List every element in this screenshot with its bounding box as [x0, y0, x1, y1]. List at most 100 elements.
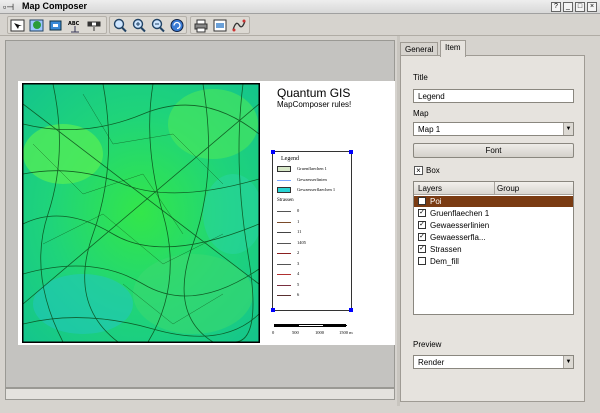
- legend-entry-label: 6: [297, 292, 300, 297]
- preview-select[interactable]: Render ▼: [413, 355, 574, 369]
- legend-entry-label: 0: [297, 208, 300, 213]
- zoom-in-icon[interactable]: [131, 18, 147, 33]
- legend-entry: 4: [277, 270, 351, 278]
- legend-entry: 11: [277, 228, 351, 236]
- preview-label: Preview: [413, 340, 442, 349]
- add-label-icon[interactable]: ABC: [67, 18, 83, 33]
- legend-fill-symbol: [277, 166, 291, 172]
- legend-fill-symbol: [277, 187, 291, 193]
- legend-line-symbol: [277, 221, 291, 223]
- window-menu-icon[interactable]: ▫⊣: [3, 2, 14, 13]
- close-button[interactable]: ×: [587, 2, 597, 12]
- title-label: Title: [413, 73, 428, 82]
- layer-row[interactable]: Poi: [414, 196, 573, 207]
- minimize-button[interactable]: _: [563, 2, 573, 12]
- legend-entry: 5: [277, 281, 351, 289]
- legend-entry-label: 1405: [297, 239, 306, 245]
- layer-checkbox[interactable]: [418, 197, 426, 205]
- options-tabs: General Item: [400, 40, 585, 57]
- scalebar-segment: [323, 325, 347, 326]
- layer-row[interactable]: ✓ Gewaesserfla...: [414, 232, 573, 243]
- legend-line-symbol: [277, 242, 291, 244]
- legend-entry: 0: [277, 207, 351, 215]
- chevron-down-icon[interactable]: ▼: [563, 123, 573, 135]
- legend-entry-label: Gewaesserflaechen 1: [297, 187, 336, 192]
- legend-line-symbol: [277, 179, 291, 181]
- map-select-value: Map 1: [418, 125, 441, 134]
- add-scalebar-icon[interactable]: [86, 18, 102, 33]
- scalebar-item[interactable]: 0 500 1000 1500 m: [272, 320, 362, 342]
- legend-entry: Gruenflaechen 1: [277, 165, 351, 173]
- legend-entry: Strassen: [277, 197, 351, 205]
- legend-entry: 3: [277, 260, 351, 268]
- scalebar-tick-label: 500: [292, 330, 299, 335]
- layer-row[interactable]: ✓ Gruenflaechen 1: [414, 208, 573, 219]
- layer-checkbox[interactable]: ✓: [418, 209, 426, 217]
- resize-handle[interactable]: [271, 308, 275, 312]
- legend-entry: Gewaesserflaechen 1: [277, 186, 351, 194]
- box-checkbox[interactable]: ×: [414, 166, 423, 175]
- layer-checkbox[interactable]: ✓: [418, 221, 426, 229]
- layer-name: Strassen: [430, 245, 462, 254]
- layers-list-header: Layers Group: [414, 182, 573, 195]
- refresh-icon[interactable]: [169, 18, 185, 33]
- layer-checkbox[interactable]: ✓: [418, 245, 426, 253]
- map-render: [23, 84, 259, 342]
- item-tools-group: ABC: [7, 16, 107, 34]
- chevron-down-icon[interactable]: ▼: [563, 356, 573, 368]
- composer-title-label[interactable]: Quantum GIS: [277, 86, 350, 100]
- item-tab-body: Title Map Map 1 ▼ Font × Box Layers Grou…: [400, 55, 585, 402]
- composer-subtitle-label[interactable]: MapComposer rules!: [277, 100, 351, 109]
- composer-toolbar: ABC: [0, 14, 600, 36]
- preview-select-value: Render: [418, 358, 445, 367]
- layer-name: Dem_fill: [430, 257, 459, 266]
- layers-list[interactable]: Layers Group Poi ✓ Gruenflaechen 1 ✓ Gewaess…: [413, 181, 574, 315]
- layer-row[interactable]: ✓ Gewaesserlinien: [414, 220, 573, 231]
- maximize-button[interactable]: □: [575, 2, 585, 12]
- scalebar-tick-label: 1000: [315, 330, 324, 335]
- zoom-full-icon[interactable]: [112, 18, 128, 33]
- layers-column-header[interactable]: Layers: [418, 184, 442, 193]
- map-select[interactable]: Map 1 ▼: [413, 122, 574, 136]
- tab-item[interactable]: Item: [440, 40, 466, 57]
- layer-row[interactable]: ✓ Strassen: [414, 244, 573, 255]
- legend-entry-label: 1: [297, 218, 300, 224]
- resize-handle[interactable]: [271, 150, 275, 154]
- legend-entry-label: Gewaesserlinien: [297, 176, 327, 182]
- layer-checkbox[interactable]: [418, 257, 426, 265]
- group-column-header[interactable]: Group: [497, 184, 519, 193]
- legend-item[interactable]: Legend Gruenflaechen 1 Gewaesserlinien Gew…: [271, 150, 353, 312]
- scalebar-tick-label: 1500 m: [339, 330, 353, 335]
- legend-entry: Gewaesserlinien: [277, 176, 351, 184]
- tab-general[interactable]: General: [400, 42, 439, 56]
- print-icon[interactable]: [193, 18, 209, 33]
- resize-handle[interactable]: [349, 308, 353, 312]
- canvas-horizontal-scrollbar[interactable]: [5, 388, 395, 400]
- zoom-out-icon[interactable]: [150, 18, 166, 33]
- resize-handle[interactable]: [349, 150, 353, 154]
- general-tool-icon[interactable]: [10, 18, 26, 33]
- item-options-panel: General Item Title Map Map 1 ▼ Font × Bo…: [400, 40, 585, 402]
- legend-entry-label: 2: [297, 250, 300, 255]
- legend-entry-label: 3: [297, 260, 300, 266]
- legend-entry-label: 11: [297, 229, 302, 234]
- map-item[interactable]: [22, 83, 260, 343]
- legend-line-symbol: [277, 211, 291, 212]
- layer-name: Gewaesserfla...: [430, 233, 486, 242]
- font-button[interactable]: Font: [413, 143, 574, 158]
- legend-entry-label: Gruenflaechen 1: [297, 166, 327, 171]
- export-svg-icon[interactable]: [231, 18, 247, 33]
- add-map-icon[interactable]: [29, 18, 45, 33]
- export-image-icon[interactable]: [212, 18, 228, 33]
- scalebar-bar: [274, 324, 347, 327]
- layer-row[interactable]: Dem_fill: [414, 256, 573, 267]
- window-title: Map Composer: [22, 1, 88, 11]
- legend-line-symbol: [277, 232, 291, 233]
- legend-line-symbol: [277, 274, 291, 275]
- add-vector-icon[interactable]: [48, 18, 64, 33]
- composer-canvas[interactable]: Quantum GIS MapComposer rules! Legend Gr…: [5, 40, 395, 388]
- layer-checkbox[interactable]: ✓: [418, 233, 426, 241]
- help-button[interactable]: ?: [551, 2, 561, 12]
- legend-line-symbol: [277, 253, 291, 254]
- title-input[interactable]: [413, 89, 574, 103]
